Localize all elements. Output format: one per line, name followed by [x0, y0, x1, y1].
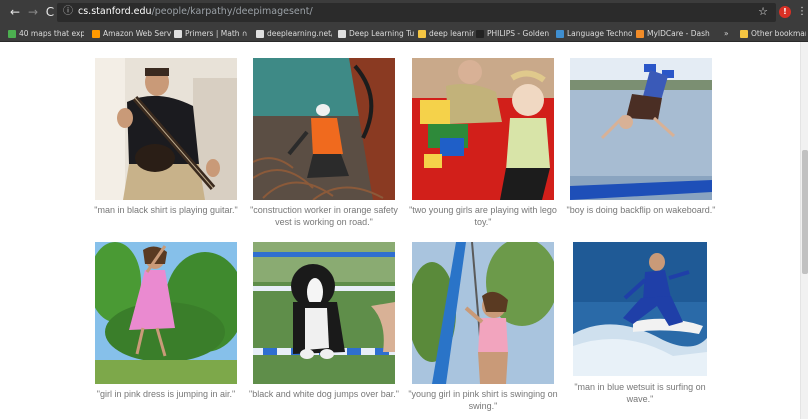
bookmark-favicon-icon — [174, 30, 182, 38]
gallery-image-surfing — [573, 242, 707, 376]
image-caption: "black and white dog jumps over bar." — [249, 389, 399, 399]
bookmarks-overflow-button[interactable]: » — [724, 28, 734, 40]
bookmark-item[interactable]: MyIDCare - Dashboa — [636, 28, 710, 40]
bookmark-item[interactable]: Deep Learning Tutori — [338, 28, 414, 40]
bookmark-star-icon[interactable]: ☆ — [756, 5, 770, 19]
reload-icon[interactable]: C — [43, 5, 57, 19]
bookmark-favicon-icon — [556, 30, 564, 38]
extension-icon[interactable]: ! — [779, 6, 791, 18]
browser-toolbar: ← → C ⓘ cs.stanford.edu/people/karpathy/… — [0, 0, 808, 26]
gallery-image-girl-swing — [412, 242, 554, 384]
bookmark-label: Deep Learning Tutori — [349, 29, 414, 38]
bookmark-label: Language Technologie — [567, 29, 632, 38]
bookmark-label: Other bookmarks — [751, 29, 806, 38]
bookmark-label: 40 maps that explain — [19, 29, 84, 38]
forward-arrow-icon[interactable]: → — [26, 5, 40, 19]
gallery-image-wakeboard — [570, 58, 712, 200]
bookmark-favicon-icon — [636, 30, 644, 38]
bookmark-item[interactable]: deep learning — [418, 28, 474, 40]
image-caption: "man in blue wetsuit is surfing on wave.… — [574, 382, 706, 404]
gallery-image-girl-jumping — [95, 242, 237, 384]
bookmark-favicon-icon — [338, 30, 346, 38]
bookmark-item[interactable]: Amazon Web Services — [92, 28, 172, 40]
url-path: /people/karpathy/deepimagesent/ — [151, 6, 313, 17]
bookmark-favicon-icon — [256, 30, 264, 38]
image-caption: "boy is doing backflip on wakeboard." — [566, 205, 716, 215]
back-arrow-icon[interactable]: ← — [8, 5, 22, 19]
image-caption: "girl in pink dress is jumping in air." — [96, 389, 236, 399]
bookmark-label: PHILIPS - Golden Ears — [487, 29, 552, 38]
scrollbar-thumb[interactable] — [802, 150, 808, 274]
bookmarks-bar: 40 maps that explain Amazon Web Services… — [0, 26, 808, 42]
bookmark-folder-icon — [740, 30, 748, 38]
gallery-image-guitar — [95, 58, 237, 200]
image-caption: "young girl in pink shirt is swinging on… — [408, 389, 558, 411]
gallery-image-lego — [412, 58, 554, 200]
gallery-image-dog-jump — [253, 242, 395, 384]
bookmark-label: deeplearning.net/tuto — [267, 29, 332, 38]
gallery-image-construction — [253, 58, 395, 200]
bookmark-folder-icon — [418, 30, 426, 38]
bookmark-favicon-icon — [8, 30, 16, 38]
menu-icon[interactable]: ⋮ — [797, 5, 807, 19]
bookmark-item[interactable]: PHILIPS - Golden Ears — [476, 28, 552, 40]
other-bookmarks-button[interactable]: Other bookmarks — [740, 28, 806, 40]
bookmark-label: MyIDCare - Dashboa — [647, 29, 710, 38]
bookmark-item[interactable]: deeplearning.net/tuto — [256, 28, 332, 40]
image-caption: "two young girls are playing with lego t… — [409, 205, 557, 227]
url-host: cs.stanford.edu — [78, 6, 152, 17]
bookmark-label: Primers | Math ∩ Pro — [185, 29, 250, 38]
bookmark-label: deep learning — [429, 29, 474, 38]
image-caption: "construction worker in orange safety ve… — [250, 205, 398, 227]
bookmark-item[interactable]: 40 maps that explain — [8, 28, 84, 40]
bookmark-item[interactable]: Primers | Math ∩ Pro — [174, 28, 250, 40]
bookmark-label: » — [724, 29, 729, 38]
page-scrollbar[interactable] — [800, 42, 808, 419]
bookmark-favicon-icon — [476, 30, 484, 38]
image-caption: "man in black shirt is playing guitar." — [94, 205, 238, 215]
bookmark-favicon-icon — [92, 30, 100, 38]
info-icon[interactable]: ⓘ — [61, 5, 75, 19]
bookmark-item[interactable]: Language Technologie — [556, 28, 632, 40]
address-bar[interactable]: ⓘ cs.stanford.edu/people/karpathy/deepim… — [57, 3, 776, 22]
page-content: "man in black shirt is playing guitar." … — [0, 42, 800, 419]
url-text[interactable]: cs.stanford.edu/people/karpathy/deepimag… — [78, 6, 313, 17]
bookmark-label: Amazon Web Services — [103, 29, 172, 38]
